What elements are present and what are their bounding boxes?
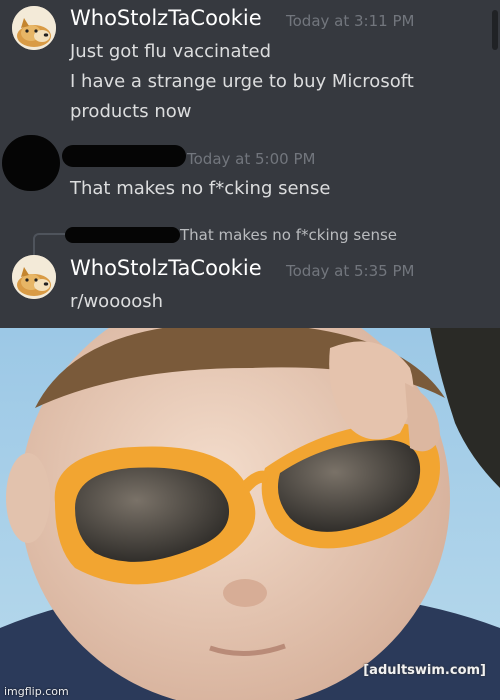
reply-preview-text[interactable]: That makes no f*cking sense — [180, 226, 397, 244]
message-timestamp: Today at 5:35 PM — [286, 262, 415, 280]
message-timestamp: Today at 3:11 PM — [286, 12, 415, 30]
redacted-avatar — [2, 135, 60, 191]
sunglasses-kid-photo-icon: [adultswim.com] imgflip.com — [0, 328, 500, 700]
redacted-reply-author — [65, 227, 180, 243]
scrollbar[interactable] — [492, 10, 498, 50]
message-text-line: r/woooosh — [70, 291, 164, 312]
message-timestamp: Today at 5:00 PM — [187, 150, 316, 168]
doge-avatar-icon[interactable] — [12, 255, 56, 299]
watermark: imgflip.com — [4, 685, 69, 698]
doge-avatar-icon[interactable] — [12, 6, 56, 50]
message-author[interactable]: WhoStolzTaCookie — [70, 6, 262, 30]
chat-panel: WhoStolzTaCookie Today at 3:11 PM Just g… — [0, 0, 500, 328]
reply-connector — [33, 233, 65, 257]
message-text-line: products now — [70, 101, 192, 122]
message-text-line: That makes no f*cking sense — [70, 178, 331, 199]
message-author[interactable]: WhoStolzTaCookie — [70, 256, 262, 280]
redacted-author-name — [62, 145, 186, 167]
message-text-line: I have a strange urge to buy Microsoft — [70, 71, 414, 92]
photo-caption: [adultswim.com] — [363, 663, 486, 678]
message-text-line: Just got flu vaccinated — [70, 41, 272, 62]
